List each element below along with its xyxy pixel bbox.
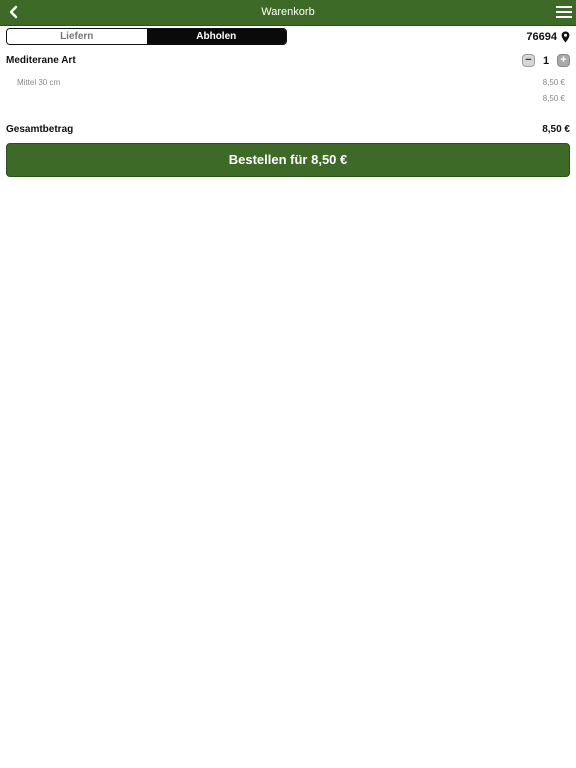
cart-item-name: Mediterane Art bbox=[6, 55, 76, 66]
menu-button[interactable] bbox=[556, 5, 572, 19]
top-navigation-bar: Warenkorb bbox=[0, 0, 576, 26]
delivery-mode-toggle: Liefern Abholen bbox=[6, 28, 287, 45]
page-title: Warenkorb bbox=[261, 6, 315, 18]
order-button[interactable]: Bestellen für 8,50 € bbox=[6, 143, 570, 177]
cart-item-variant: Mittel 30 cm bbox=[17, 78, 61, 87]
minus-icon: − bbox=[525, 54, 532, 66]
increase-quantity-button[interactable]: + bbox=[557, 54, 570, 67]
cart-item-variant-price: 8,50 € bbox=[542, 78, 565, 87]
quantity-stepper: − 1 + bbox=[522, 54, 570, 67]
tab-liefern[interactable]: Liefern bbox=[7, 29, 147, 44]
hamburger-menu-icon bbox=[556, 6, 572, 18]
plus-icon: + bbox=[560, 54, 567, 66]
decrease-quantity-button[interactable]: − bbox=[522, 54, 535, 67]
cart-item-total: 8,50 € bbox=[542, 94, 565, 103]
quantity-value: 1 bbox=[542, 54, 550, 67]
total-label: Gesamtbetrag bbox=[6, 124, 74, 135]
total-value: 8,50 € bbox=[542, 124, 570, 135]
tab-abholen[interactable]: Abholen bbox=[146, 29, 286, 44]
zip-code: 76694 bbox=[526, 30, 557, 43]
map-pin-icon bbox=[561, 31, 570, 42]
location-selector[interactable]: 76694 bbox=[526, 29, 570, 44]
